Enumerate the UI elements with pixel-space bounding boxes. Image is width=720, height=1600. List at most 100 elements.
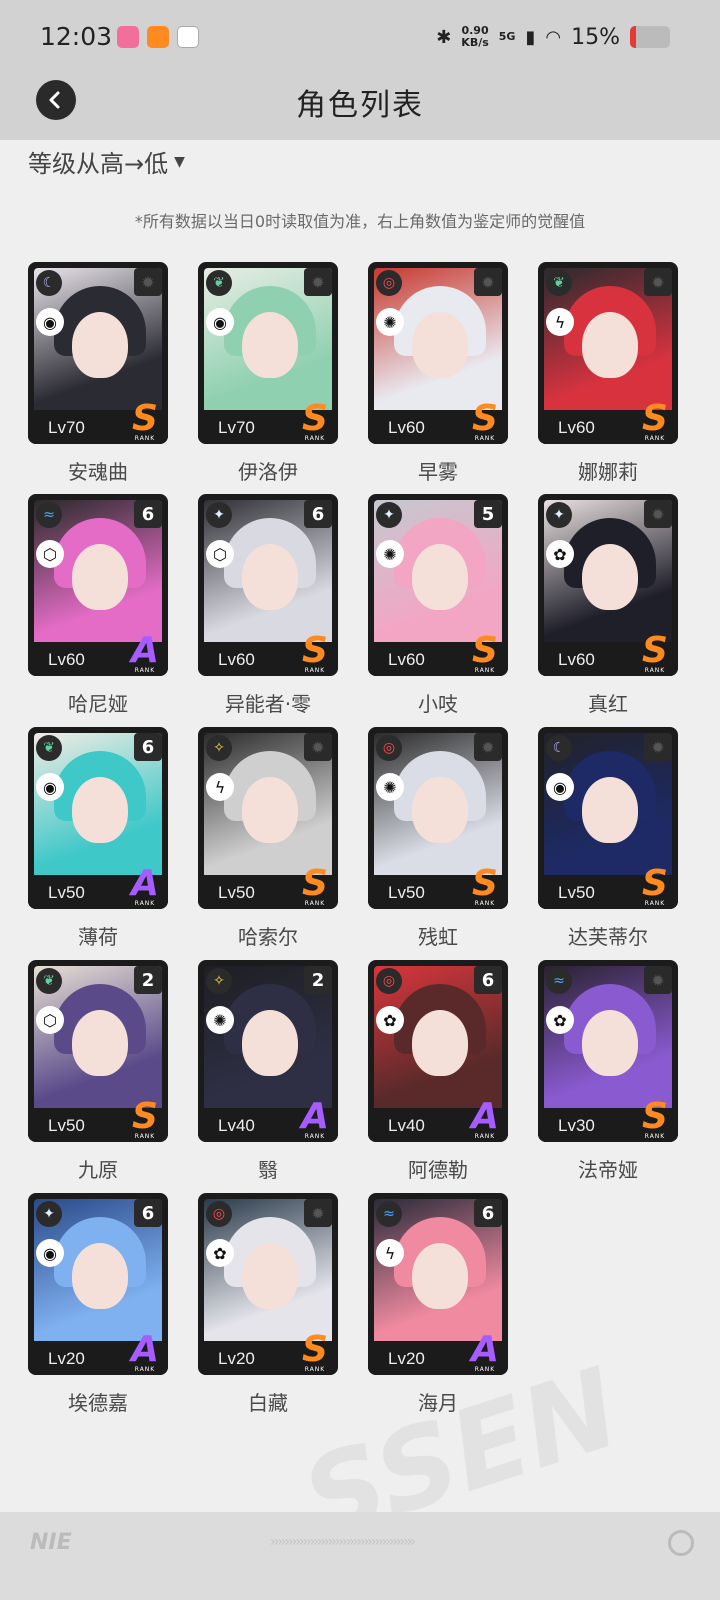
rank-badge: S RANK — [636, 628, 674, 675]
card-frame: ≈ ⬡ 6 Lv60 A RANK — [28, 494, 168, 676]
character-name: 异能者·零 — [224, 692, 312, 716]
portrait-face — [242, 544, 298, 610]
awaken-badge: 2 — [304, 966, 332, 994]
character-card[interactable]: ☾ ◉ ✹ Lv50 S RANK 达芙蒂尔 — [538, 727, 688, 957]
level-label: Lv50 — [388, 883, 425, 902]
character-card[interactable]: ❦ ϟ ✹ Lv60 S RANK 娜娜莉 — [538, 262, 688, 492]
rank-letter: A — [471, 1096, 499, 1137]
character-name: 埃德嘉 — [68, 1391, 128, 1415]
class-bolt-icon: ϟ — [206, 773, 234, 801]
rank-letter: S — [302, 863, 328, 904]
rank-sub: RANK — [134, 900, 156, 907]
element-moon-icon: ☾ — [546, 735, 572, 761]
character-card[interactable]: ❦ ⬡ 2 Lv50 S RANK 九原 — [28, 960, 178, 1190]
awaken-badge: 6 — [134, 1199, 162, 1227]
character-name: 残虹 — [418, 925, 458, 949]
rank-letter: S — [642, 863, 668, 904]
awaken-badge: 6 — [474, 966, 502, 994]
rank-letter: S — [642, 1096, 668, 1137]
element-light-icon: ✦ — [546, 502, 572, 528]
character-name: 伊洛伊 — [238, 460, 298, 484]
awaken-badge: ✹ — [304, 268, 332, 296]
rank-badge: A RANK — [466, 1094, 504, 1141]
character-card[interactable]: ◎ ✿ ✹ Lv20 S RANK 白藏 — [198, 1193, 348, 1423]
level-label: Lv60 — [558, 650, 595, 669]
character-card[interactable]: ❦ ◉ ✹ Lv70 S RANK 伊洛伊 — [198, 262, 348, 492]
level-label: Lv30 — [558, 1116, 595, 1135]
character-card[interactable]: ✧ ✺ 2 Lv40 A RANK 翳 — [198, 960, 348, 1190]
character-card[interactable]: ✦ ⬡ 6 Lv60 S RANK 异能者·零 — [198, 494, 348, 724]
portrait-face — [242, 312, 298, 378]
rank-letter: S — [302, 398, 328, 439]
card-frame: ≈ ϟ 6 Lv20 A RANK — [368, 1193, 508, 1375]
awaken-badge: 6 — [134, 500, 162, 528]
character-name: 薄荷 — [78, 925, 118, 949]
portrait-face — [72, 1243, 128, 1309]
character-name: 哈尼娅 — [68, 692, 128, 716]
character-name: 海月 — [418, 1391, 458, 1415]
card-frame: ◎ ✿ 6 Lv40 A RANK — [368, 960, 508, 1142]
rank-letter: A — [131, 630, 159, 671]
rank-badge: A RANK — [296, 1094, 334, 1141]
rank-sub: RANK — [304, 435, 326, 442]
ring-icon — [668, 1530, 694, 1556]
rank-letter: S — [472, 398, 498, 439]
class-vortex-icon: ✺ — [376, 308, 404, 336]
rank-badge: S RANK — [466, 861, 504, 908]
rank-badge: A RANK — [126, 1327, 164, 1374]
portrait-face — [72, 312, 128, 378]
rank-letter: S — [302, 630, 328, 671]
character-card[interactable]: ✦ ◉ 6 Lv20 A RANK 埃德嘉 — [28, 1193, 178, 1423]
character-card[interactable]: ◎ ✿ 6 Lv40 A RANK 阿德勒 — [368, 960, 518, 1190]
element-light-icon: ✦ — [376, 502, 402, 528]
portrait-face — [242, 777, 298, 843]
rank-letter: S — [302, 1329, 328, 1370]
rank-sub: RANK — [644, 1133, 666, 1140]
character-card[interactable]: ◎ ✺ ✹ Lv50 S RANK 残虹 — [368, 727, 518, 957]
card-frame: ❦ ⬡ 2 Lv50 S RANK — [28, 960, 168, 1142]
character-card[interactable]: ◎ ✺ ✹ Lv60 S RANK 早雾 — [368, 262, 518, 492]
awaken-badge: ✹ — [644, 268, 672, 296]
character-card[interactable]: ❦ ◉ 6 Lv50 A RANK 薄荷 — [28, 727, 178, 957]
rank-sub: RANK — [474, 1366, 496, 1373]
rank-badge: S RANK — [636, 396, 674, 443]
element-leaf-icon: ❦ — [36, 735, 62, 761]
character-name: 小吱 — [418, 692, 458, 716]
card-frame: ❦ ◉ 6 Lv50 A RANK — [28, 727, 168, 909]
class-vortex-icon: ✺ — [206, 1006, 234, 1034]
character-card[interactable]: ≈ ✿ ✹ Lv30 S RANK 法帝娅 — [538, 960, 688, 1190]
character-card[interactable]: ✦ ✿ ✹ Lv60 S RANK 真红 — [538, 494, 688, 724]
class-cube-icon: ⬡ — [36, 540, 64, 568]
level-label: Lv60 — [558, 418, 595, 437]
rank-letter: S — [642, 630, 668, 671]
character-name: 真红 — [588, 692, 628, 716]
card-frame: ✦ ⬡ 6 Lv60 S RANK — [198, 494, 338, 676]
element-fire-icon: ◎ — [376, 968, 402, 994]
character-card[interactable]: ✦ ✺ 5 Lv60 S RANK 小吱 — [368, 494, 518, 724]
brand-logo: NIE — [30, 1530, 72, 1555]
character-card[interactable]: ≈ ϟ 6 Lv20 A RANK 海月 — [368, 1193, 518, 1423]
portrait-face — [72, 544, 128, 610]
portrait-face — [412, 1010, 468, 1076]
awaken-badge: 6 — [134, 733, 162, 761]
character-card[interactable]: ≈ ⬡ 6 Lv60 A RANK 哈尼娅 — [28, 494, 178, 724]
card-frame: ✦ ✿ ✹ Lv60 S RANK — [538, 494, 678, 676]
rank-sub: RANK — [134, 667, 156, 674]
level-label: Lv20 — [388, 1349, 425, 1368]
character-card[interactable]: ✧ ϟ ✹ Lv50 S RANK 哈索尔 — [198, 727, 348, 957]
awaken-badge: ✹ — [304, 733, 332, 761]
rank-sub: RANK — [474, 1133, 496, 1140]
footer-bar: NIE ››››››››››››››››››››››››››››››››››››… — [0, 1512, 720, 1600]
rank-badge: S RANK — [296, 861, 334, 908]
level-label: Lv20 — [48, 1349, 85, 1368]
card-frame: ◎ ✺ ✹ Lv50 S RANK — [368, 727, 508, 909]
portrait-face — [412, 777, 468, 843]
rank-sub: RANK — [474, 435, 496, 442]
character-card[interactable]: ☾ ◉ ✹ Lv70 S RANK 安魂曲 — [28, 262, 178, 492]
card-frame: ✦ ✺ 5 Lv60 S RANK — [368, 494, 508, 676]
awaken-badge: ✹ — [644, 733, 672, 761]
level-label: Lv60 — [218, 650, 255, 669]
rank-badge: S RANK — [296, 628, 334, 675]
decorative-chevrons: ›››››››››››››››››››››››››››››››››››››››› — [270, 1534, 416, 1550]
rank-sub: RANK — [304, 1366, 326, 1373]
